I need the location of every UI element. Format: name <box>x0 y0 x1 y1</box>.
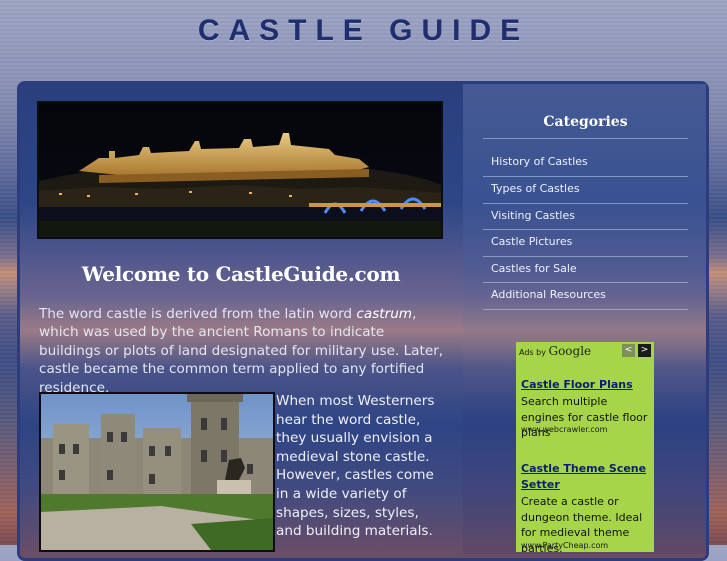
site-title[interactable]: CASTLE GUIDE <box>0 14 727 48</box>
intro-paragraph: The word castle is derived from the lati… <box>39 305 449 397</box>
sidebar-item-for-sale[interactable]: Castles for Sale <box>483 256 688 282</box>
categories-title: Categories <box>543 114 628 130</box>
sidebar-item-types[interactable]: Types of Castles <box>483 176 688 202</box>
ads-box: Ads by Google < > Castle Floor Plans Sea… <box>516 342 654 552</box>
ads-next-button[interactable]: > <box>638 344 651 357</box>
sidebar-item-history[interactable]: History of Castles <box>483 149 688 175</box>
sidebar-item-resources[interactable]: Additional Resources <box>483 282 688 308</box>
sidebar-item-visiting[interactable]: Visiting Castles <box>483 203 688 229</box>
intro-text-start: The word castle is derived from the lati… <box>39 306 357 322</box>
ads-prev-button[interactable]: < <box>622 344 635 357</box>
ad-title-link[interactable]: Castle Theme Scene Setter <box>521 461 651 493</box>
ad-url[interactable]: www.PartyCheap.com <box>521 541 608 550</box>
sidebar-item-pictures[interactable]: Castle Pictures <box>483 229 688 255</box>
categories-divider <box>483 138 688 139</box>
google-logo: Google <box>548 344 592 358</box>
welcome-heading: Welcome to CastleGuide.com <box>81 262 401 286</box>
divider <box>483 309 688 310</box>
banner-image <box>37 101 443 239</box>
intro-emphasis: castrum <box>356 306 413 322</box>
ads-by-google[interactable]: Ads by Google <box>519 344 591 358</box>
castle-photo <box>39 392 275 552</box>
body-paragraph: When most Westerners hear the word castl… <box>276 393 435 540</box>
ad-title-link[interactable]: Castle Floor Plans <box>521 377 651 393</box>
ad-url[interactable]: www.webcrawler.com <box>521 425 607 434</box>
ads-by-label: Ads by <box>519 348 546 357</box>
